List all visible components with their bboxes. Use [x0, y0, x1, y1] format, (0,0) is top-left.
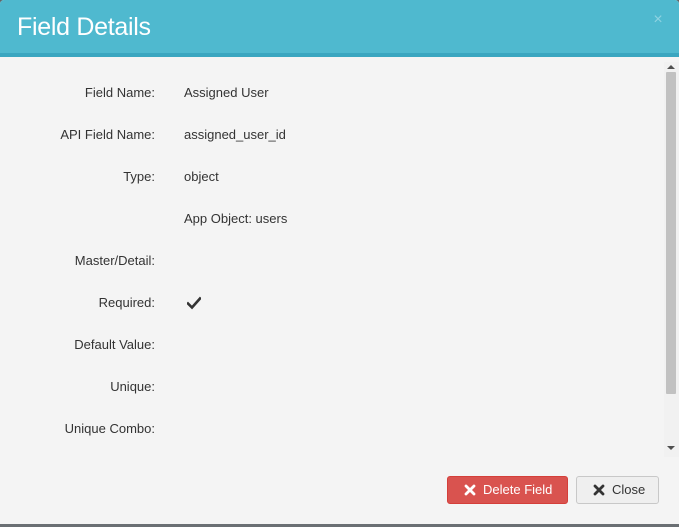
modal-body: Field Name: Assigned User API Field Name…	[0, 62, 664, 457]
field-row-unique: Unique:	[0, 377, 664, 397]
field-row-required: Required:	[0, 293, 664, 313]
scroll-up-arrow-icon[interactable]	[667, 65, 675, 69]
times-icon	[593, 484, 605, 496]
close-button[interactable]: Close	[576, 476, 659, 504]
delete-field-label: Delete Field	[483, 482, 553, 497]
field-row-field-name: Field Name: Assigned User	[0, 83, 664, 103]
field-name-value: Assigned User	[184, 85, 269, 100]
type-value: object	[184, 169, 219, 184]
modal-title: Field Details	[17, 13, 151, 41]
api-field-name-value: assigned_user_id	[184, 127, 286, 142]
delete-field-button[interactable]: Delete Field	[447, 476, 568, 504]
field-details-modal: Field Details × Field Name: Assigned Use…	[0, 0, 679, 527]
times-icon	[464, 484, 476, 496]
scroll-down-arrow-icon[interactable]	[667, 446, 675, 450]
modal-footer: Delete Field Close	[0, 457, 679, 527]
field-row-api-field-name: API Field Name: assigned_user_id	[0, 125, 664, 145]
unique-label: Unique:	[110, 379, 155, 394]
scrollbar-thumb[interactable]	[666, 72, 676, 394]
field-name-label: Field Name:	[84, 85, 155, 100]
type-label: Type:	[123, 169, 155, 184]
check-icon	[187, 296, 201, 310]
close-icon[interactable]: ×	[651, 11, 665, 29]
close-label: Close	[612, 482, 646, 497]
required-label: Required:	[98, 295, 155, 310]
body-scrollbar[interactable]	[664, 62, 679, 457]
api-field-name-label: API Field Name:	[60, 127, 155, 142]
field-row-unique-combo: Unique Combo:	[0, 419, 664, 439]
master-detail-label: Master/Detail:	[74, 253, 155, 268]
field-row-type: Type: object	[0, 167, 664, 187]
app-object-value: App Object: users	[184, 211, 288, 226]
unique-combo-label: Unique Combo:	[64, 421, 155, 436]
default-value-label: Default Value:	[74, 337, 155, 352]
modal-header: Field Details ×	[0, 0, 679, 57]
field-row-app-object: App Object: users	[0, 209, 664, 229]
field-row-default-value: Default Value:	[0, 335, 664, 355]
field-row-master-detail: Master/Detail:	[0, 251, 664, 271]
